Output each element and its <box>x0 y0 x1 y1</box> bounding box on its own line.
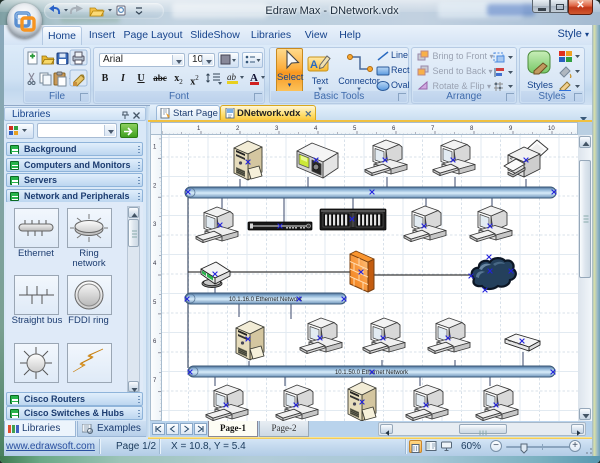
svg-text:4: 4 <box>314 126 318 132</box>
svg-text:ab: ab <box>227 72 237 82</box>
svg-text:2: 2 <box>236 126 240 132</box>
svg-text:4: 4 <box>153 261 157 267</box>
svg-text:10.1.50.0 Ethernet Network: 10.1.50.0 Ethernet Network <box>335 370 409 376</box>
svg-text:5: 5 <box>153 300 157 306</box>
svg-text:6: 6 <box>153 339 157 345</box>
svg-text:3: 3 <box>153 222 157 228</box>
svg-text:A: A <box>310 59 318 71</box>
svg-text:2: 2 <box>153 183 157 189</box>
svg-text:10: 10 <box>548 126 555 132</box>
svg-text:5: 5 <box>353 126 357 132</box>
svg-text:9: 9 <box>509 126 513 132</box>
svg-text:7: 7 <box>153 378 157 384</box>
svg-text:10.1.16.0 Ethernet Network: 10.1.16.0 Ethernet Network <box>229 297 303 303</box>
svg-text:1: 1 <box>197 126 201 132</box>
svg-text:7: 7 <box>431 126 435 132</box>
svg-text:1: 1 <box>153 144 157 150</box>
svg-text:6: 6 <box>392 126 396 132</box>
svg-text:3: 3 <box>275 126 279 132</box>
svg-text:8: 8 <box>470 126 474 132</box>
